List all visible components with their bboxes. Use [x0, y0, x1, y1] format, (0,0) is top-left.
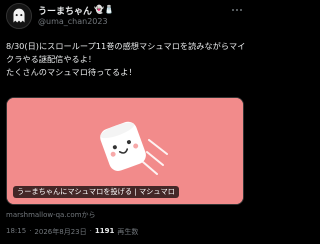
- card-source[interactable]: marshmallow-qa.comから: [6, 210, 96, 220]
- avatar[interactable]: [6, 3, 32, 29]
- author-name-row[interactable]: うーまちゃん 👻🧂: [38, 4, 114, 17]
- tweet-date[interactable]: 2026年8月23日: [34, 227, 86, 237]
- ghost-avatar-icon: [7, 4, 31, 28]
- views-label: 再生数: [117, 228, 139, 236]
- tweet-meta: 18:15 · 2026年8月23日 · 1191 再生数: [6, 227, 138, 237]
- link-card[interactable]: うーまちゃんにマシュマロを投げる | マシュマロ: [6, 97, 244, 205]
- meta-separator: ·: [89, 227, 92, 235]
- card-title[interactable]: うーまちゃんにマシュマロを投げる | マシュマロ: [13, 186, 179, 198]
- author-handle[interactable]: @uma_chan2023: [38, 17, 108, 26]
- tweet-time[interactable]: 18:15: [6, 227, 26, 237]
- author-emoji: 👻🧂: [94, 5, 114, 14]
- meta-separator: ·: [29, 227, 32, 235]
- views-count: 1191: [94, 227, 115, 235]
- more-options-icon[interactable]: [230, 6, 244, 14]
- author-display-name[interactable]: うーまちゃん: [38, 4, 92, 17]
- tweet-text: 8/30(日)にスローループ11巻の感想マシュマロを読みながらマイクラやる謎配信…: [6, 41, 246, 77]
